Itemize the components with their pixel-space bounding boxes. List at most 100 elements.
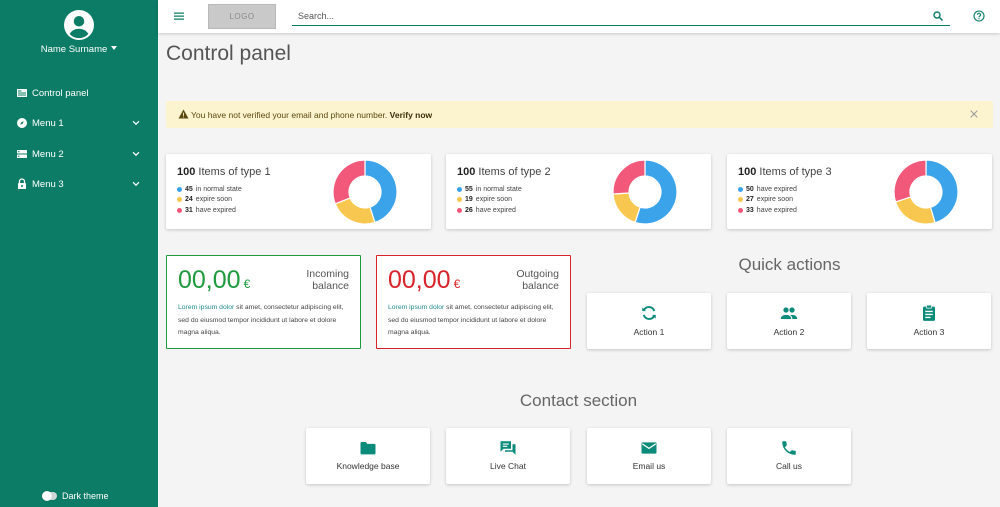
legend-value: 33 [746, 206, 754, 214]
user-name: Name Surname [40, 44, 108, 55]
email-us-button[interactable]: Email us [587, 428, 711, 484]
sidebar-item-menu-1[interactable]: Menu 1 [0, 112, 158, 134]
chevron-down-icon [132, 120, 140, 126]
contact-section-title: Contact section [519, 391, 638, 410]
description-link[interactable]: Lorem ipsum dolor [388, 304, 444, 311]
stat-legend: 45 in normal state 24 expire soon 31 have e… [177, 184, 242, 216]
sidebar-item-label: Menu 3 [32, 178, 64, 190]
legend-value: 55 [465, 185, 473, 193]
blue-dot-icon [738, 186, 743, 192]
mail-icon [641, 442, 657, 454]
close-icon[interactable] [969, 109, 979, 119]
expired-segment [893, 159, 927, 203]
legend-item: 27 expire soon [738, 195, 797, 206]
legend-label: have expired [756, 206, 797, 214]
currency: € [453, 277, 461, 291]
user-menu[interactable]: Name Surname [0, 44, 158, 55]
verify-now-link[interactable]: Verify now [390, 110, 433, 120]
outgoing-amount: 00,00 € [388, 266, 460, 295]
incoming-amount: 00,00 € [178, 266, 250, 295]
legend-value: 50 [746, 185, 754, 193]
sidebar-item-menu-2[interactable]: Menu 2 [0, 143, 158, 165]
stat-card-type-2[interactable]: 100 Items of type 2 55 in normal state 19… [446, 154, 711, 229]
legend-value: 26 [465, 206, 473, 214]
legend-label: have expired [195, 206, 236, 214]
outgoing-balance-label: Outgoing balance [516, 268, 559, 292]
dark-theme-toggle[interactable]: Dark theme [42, 491, 109, 501]
stat-title: 100 Items of type 1 [177, 166, 271, 178]
action-2-button[interactable]: Action 2 [727, 293, 851, 349]
legend-label: expire soon [195, 196, 232, 204]
sidebar-item-control-panel[interactable]: Control panel [0, 82, 158, 104]
stat-label: Items of type 3 [759, 166, 832, 178]
account-icon[interactable] [64, 10, 94, 40]
live-chat-button[interactable]: Live Chat [446, 428, 570, 484]
call-us-button[interactable]: Call us [727, 428, 851, 484]
legend-label: have expired [756, 185, 797, 193]
legend-item: 19 expire soon [457, 195, 522, 206]
sidebar-item-menu-3[interactable]: Menu 3 [0, 173, 158, 195]
action-label: Action 2 [773, 327, 805, 337]
legend-label: have expired [475, 206, 516, 214]
contact-label: Live Chat [490, 461, 526, 471]
contact-label: Call us [776, 461, 802, 471]
quick-actions-title: Quick actions [738, 255, 841, 274]
legend-item: 24 expire soon [177, 195, 242, 206]
incoming-balance-label: Incoming balance [306, 268, 349, 292]
legend-item: 31 have expired [177, 205, 242, 216]
clipboard-icon [923, 304, 935, 321]
stat-legend: 50 have expired 27 expire soon 33 have expi… [738, 184, 797, 216]
logo: LOGO [208, 4, 276, 29]
amount-value: 00,00 [178, 266, 241, 294]
expired-segment [332, 159, 366, 205]
phone-icon [782, 441, 796, 455]
hamburger-menu-icon[interactable] [173, 10, 185, 22]
stat-count: 100 [738, 166, 757, 178]
expire-soon-segment [894, 196, 936, 225]
stat-card-type-3[interactable]: 100 Items of type 3 50 have expired 27 exp… [727, 154, 992, 229]
compass-icon [17, 118, 27, 128]
legend-item: 50 have expired [738, 184, 797, 195]
search-input[interactable] [292, 6, 950, 26]
stat-legend: 55 in normal state 19 expire soon 26 have e… [457, 184, 522, 216]
expire-soon-segment [612, 192, 641, 224]
page-title: Control panel [166, 42, 291, 65]
legend-label: in normal state [195, 185, 242, 193]
search-icon[interactable] [932, 10, 944, 22]
legend-item: 26 have expired [457, 205, 522, 216]
stat-count: 100 [177, 166, 196, 178]
legend-value: 19 [465, 196, 473, 204]
donut-chart [612, 159, 678, 225]
red-dot-icon [177, 207, 182, 213]
action-label: Action 3 [913, 327, 945, 337]
donut-chart [893, 159, 959, 225]
people-icon [780, 307, 798, 319]
chevron-down-icon [132, 181, 140, 187]
sidebar-item-label: Control panel [32, 87, 89, 99]
legend-label: in normal state [475, 185, 522, 193]
toggle-switch[interactable] [42, 491, 57, 501]
stat-title: 100 Items of type 2 [457, 166, 551, 178]
action-3-button[interactable]: Action 3 [867, 293, 991, 349]
help-icon[interactable] [973, 10, 985, 22]
legend-value: 27 [746, 196, 754, 204]
legend-item: 55 in normal state [457, 184, 522, 195]
stat-card-type-1[interactable]: 100 Items of type 1 45 in normal state 24… [166, 154, 431, 229]
description-link[interactable]: Lorem ipsum dolor [178, 304, 234, 311]
legend-item: 33 have expired [738, 205, 797, 216]
action-1-button[interactable]: Action 1 [587, 293, 711, 349]
contact-label: Email us [632, 461, 666, 471]
stat-title: 100 Items of type 3 [738, 166, 832, 178]
incoming-description: Lorem ipsum dolor sit amet, consectetur … [178, 302, 353, 340]
incoming-balance-card: 00,00 € Incoming balance Lorem ipsum dolo… [166, 255, 361, 349]
stat-label: Items of type 2 [478, 166, 551, 178]
storage-icon [17, 150, 27, 158]
sidebar-item-label: Menu 1 [32, 117, 64, 129]
action-label: Action 1 [633, 327, 665, 337]
chat-icon [500, 441, 516, 455]
yellow-dot-icon [738, 197, 743, 203]
knowledge-base-button[interactable]: Knowledge base [306, 428, 430, 484]
legend-label: expire soon [756, 196, 793, 204]
refresh-icon [642, 306, 656, 320]
folder-icon [360, 442, 376, 455]
